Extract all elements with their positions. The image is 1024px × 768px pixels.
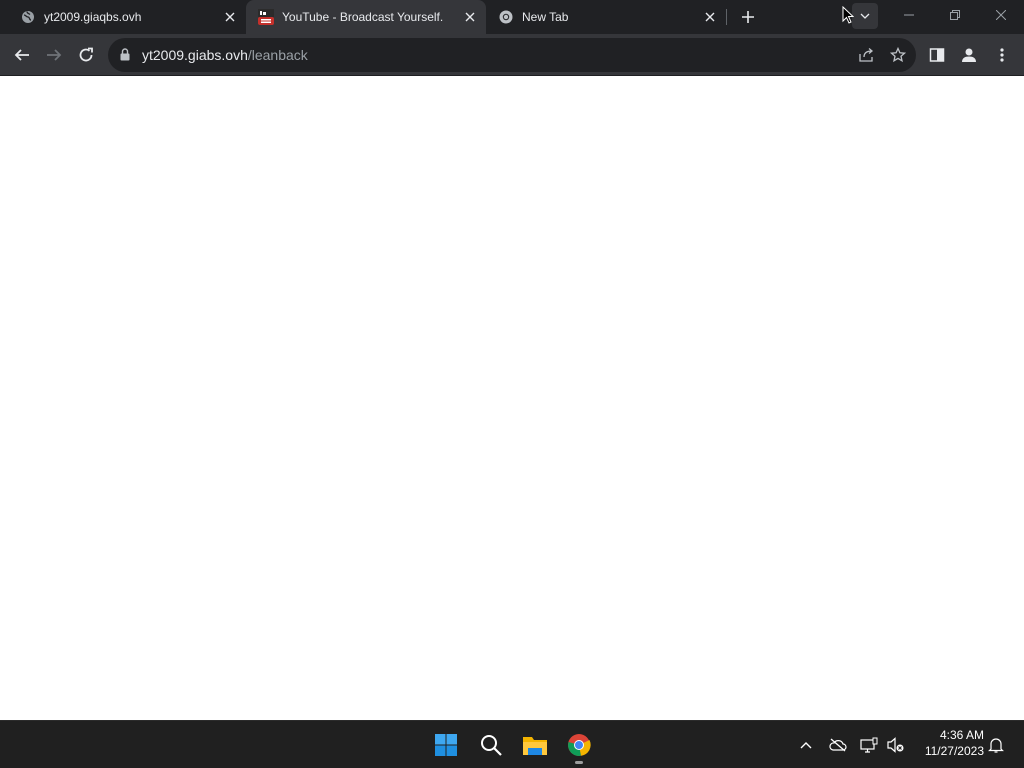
chrome-icon xyxy=(498,9,514,25)
chevron-down-icon xyxy=(860,13,870,19)
tab-youtube-broadcast[interactable]: YouTube - Broadcast Yourself. xyxy=(246,0,486,34)
tab-search-button[interactable] xyxy=(852,3,878,29)
tab-title: New Tab xyxy=(522,10,569,24)
windows-start-icon xyxy=(435,734,457,756)
close-tab-icon[interactable] xyxy=(702,9,718,25)
volume-button[interactable] xyxy=(884,733,908,757)
chrome-taskbar-button[interactable] xyxy=(563,729,595,761)
notifications-button[interactable] xyxy=(984,733,1008,757)
lock-icon[interactable] xyxy=(120,48,130,66)
profile-button[interactable] xyxy=(955,41,983,69)
close-icon xyxy=(996,10,1006,20)
close-tab-icon[interactable] xyxy=(462,9,478,25)
url-text[interactable]: yt2009.giabs.ovh/leanback xyxy=(142,38,308,72)
address-bar[interactable]: yt2009.giabs.ovh/leanback xyxy=(108,38,916,72)
minimize-icon xyxy=(904,14,914,16)
forward-button[interactable] xyxy=(40,41,68,69)
share-button[interactable] xyxy=(856,45,876,65)
minimize-button[interactable] xyxy=(886,0,932,30)
tab-separator xyxy=(726,9,727,25)
start-button[interactable] xyxy=(430,729,462,761)
browser-title-bar: yt2009.giaqbs.ovh YouTube - Broadcast Yo… xyxy=(0,0,1024,34)
share-icon xyxy=(859,48,874,62)
back-button[interactable] xyxy=(8,41,36,69)
windows-taskbar: 4:36 AM 11/27/2023 xyxy=(0,720,1024,768)
running-indicator xyxy=(575,761,583,764)
url-path: /leanback xyxy=(247,47,308,63)
close-tab-icon[interactable] xyxy=(222,9,238,25)
youtube-logo-icon xyxy=(258,9,274,25)
chrome-icon xyxy=(568,734,591,756)
search-button[interactable] xyxy=(475,729,507,761)
chevron-up-icon xyxy=(800,742,812,749)
mouse-cursor-icon xyxy=(842,5,855,29)
arrow-right-icon xyxy=(47,49,62,61)
tab-title: yt2009.giaqbs.ovh xyxy=(44,10,142,24)
menu-button[interactable] xyxy=(988,41,1016,69)
url-host: yt2009.giabs.ovh xyxy=(142,47,248,63)
tab-yt2009[interactable]: yt2009.giaqbs.ovh xyxy=(8,0,246,34)
web-page-content[interactable] xyxy=(0,76,1024,720)
file-explorer-button[interactable] xyxy=(519,729,551,761)
reload-button[interactable] xyxy=(72,41,100,69)
profile-icon xyxy=(962,48,976,62)
bookmark-button[interactable] xyxy=(888,45,908,65)
restore-button[interactable] xyxy=(932,0,978,30)
more-vert-icon xyxy=(1000,48,1004,62)
clock-time: 4:36 AM xyxy=(939,728,984,742)
onedrive-button[interactable] xyxy=(826,733,850,757)
tab-new-tab[interactable]: New Tab xyxy=(486,0,726,34)
browser-toolbar: yt2009.giabs.ovh/leanback xyxy=(0,34,1024,76)
globe-icon xyxy=(20,9,36,25)
bell-icon xyxy=(988,738,1004,753)
network-icon xyxy=(860,737,878,753)
restore-icon xyxy=(950,10,960,20)
plus-icon xyxy=(742,11,754,23)
clock-date: 11/27/2023 xyxy=(924,744,984,758)
search-icon xyxy=(481,735,502,756)
show-hidden-icons-button[interactable] xyxy=(794,733,818,757)
reload-icon xyxy=(79,47,93,62)
side-panel-icon xyxy=(929,48,945,62)
star-icon xyxy=(890,47,906,63)
folder-icon xyxy=(523,737,547,755)
side-panel-button[interactable] xyxy=(923,41,951,69)
cloud-off-icon xyxy=(829,738,847,752)
network-button[interactable] xyxy=(857,733,881,757)
arrow-left-icon xyxy=(14,49,29,61)
close-window-button[interactable] xyxy=(978,0,1024,30)
new-tab-button[interactable] xyxy=(737,6,759,28)
clock[interactable]: 4:36 AM 11/27/2023 xyxy=(912,727,984,759)
tab-title: YouTube - Broadcast Yourself. xyxy=(282,10,444,24)
speaker-muted-icon xyxy=(887,737,904,753)
